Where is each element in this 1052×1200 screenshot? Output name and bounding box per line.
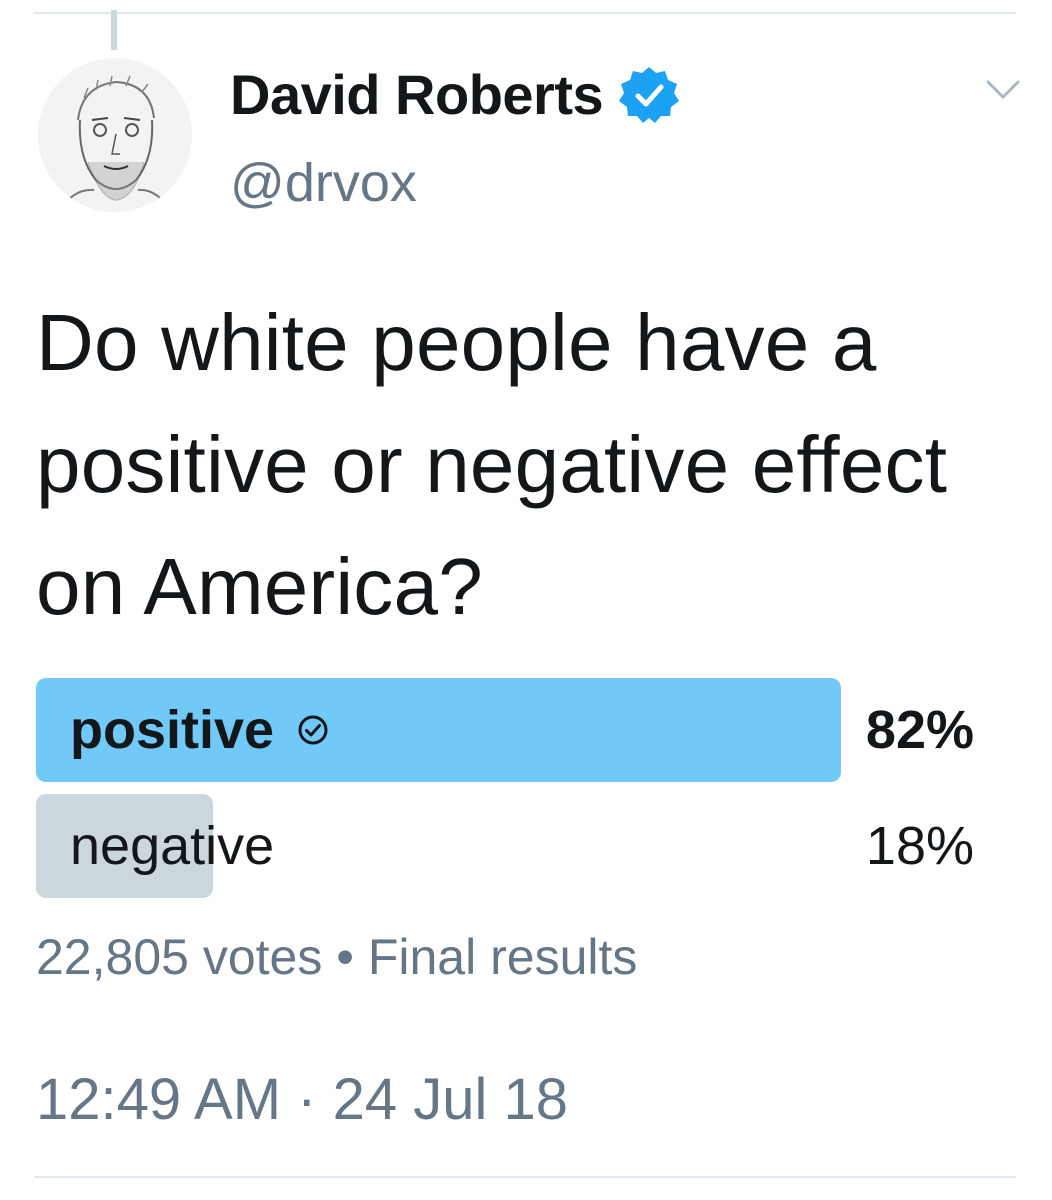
poll-option-label: negative [70,794,274,898]
author-display-name[interactable]: David Roberts [230,62,604,127]
bottom-divider [34,1176,1016,1178]
poll-meta-separator: • [336,929,354,985]
tweet-timestamp[interactable]: 12:49 AM · 24 Jul 18 [36,1066,568,1133]
poll-option-label: positive [70,678,330,782]
poll-option-percent: 82% [865,700,974,760]
poll-option-positive: positive 82% [36,678,1016,782]
poll-option-text: positive [70,700,275,760]
chevron-down-icon[interactable] [984,76,1022,104]
poll-option-negative: negative 18% [36,794,1016,898]
poll-meta: 22,805 votes • Final results [36,928,637,986]
check-circle-icon [298,715,328,745]
avatar-sketch-icon [38,58,192,212]
author-name-row: David Roberts [230,62,680,127]
top-divider [34,12,1016,14]
poll-option-percent: 18% [865,816,974,876]
tweet-text: Do white people have a positive or negat… [36,298,948,631]
thread-connector-line [111,10,117,50]
verified-badge-icon [619,66,680,123]
poll-option-text: negative [70,816,275,876]
poll-vote-count: 22,805 votes [36,929,323,985]
poll-status: Final results [367,929,638,985]
avatar[interactable] [38,58,192,212]
author-handle[interactable]: @drvox [230,152,417,214]
